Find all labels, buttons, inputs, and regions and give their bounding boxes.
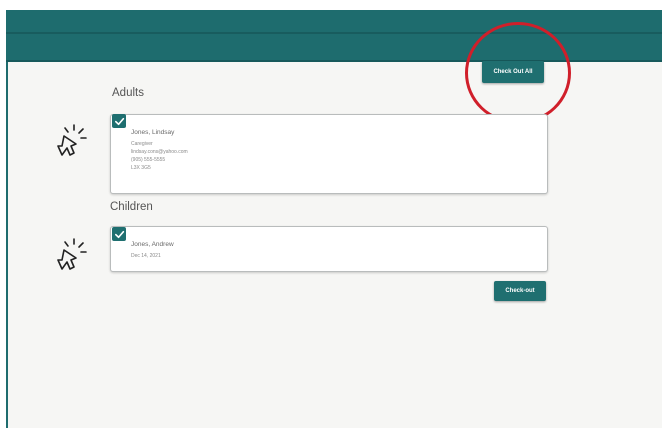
adult-person-card[interactable]: Jones, Lindsay Caregiver lindsay.cons@ya… bbox=[110, 114, 548, 194]
child-checkbox[interactable] bbox=[112, 227, 126, 241]
adult-name: Jones, Lindsay bbox=[131, 129, 175, 136]
adult-checkbox[interactable] bbox=[112, 114, 126, 128]
adult-postal-code: L3X 3G5 bbox=[131, 165, 151, 171]
child-name: Jones, Andrew bbox=[131, 241, 174, 248]
child-person-details: Jones, Andrew Dec 14, 2021 bbox=[131, 241, 174, 260]
adults-section-title: Adults bbox=[112, 87, 144, 99]
check-icon bbox=[114, 117, 124, 125]
child-person-card[interactable]: Jones, Andrew Dec 14, 2021 bbox=[110, 226, 548, 272]
adult-phone: (905) 555-5555 bbox=[131, 157, 166, 163]
pointer-click-icon bbox=[57, 124, 87, 156]
check-icon bbox=[114, 230, 124, 238]
children-section-title: Children bbox=[110, 201, 153, 213]
adult-role: Caregiver bbox=[131, 141, 153, 147]
left-border bbox=[6, 62, 8, 428]
check-out-button[interactable]: Check-out bbox=[494, 281, 546, 301]
app-bar-divider bbox=[6, 32, 662, 34]
highlight-circle-annotation bbox=[465, 22, 571, 124]
child-date-of-birth: Dec 14, 2021 bbox=[131, 253, 161, 259]
adult-email: lindsay.cons@yahoo.com bbox=[131, 149, 188, 155]
pointer-click-icon bbox=[57, 238, 87, 270]
adult-person-details: Jones, Lindsay Caregiver lindsay.cons@ya… bbox=[131, 129, 188, 172]
